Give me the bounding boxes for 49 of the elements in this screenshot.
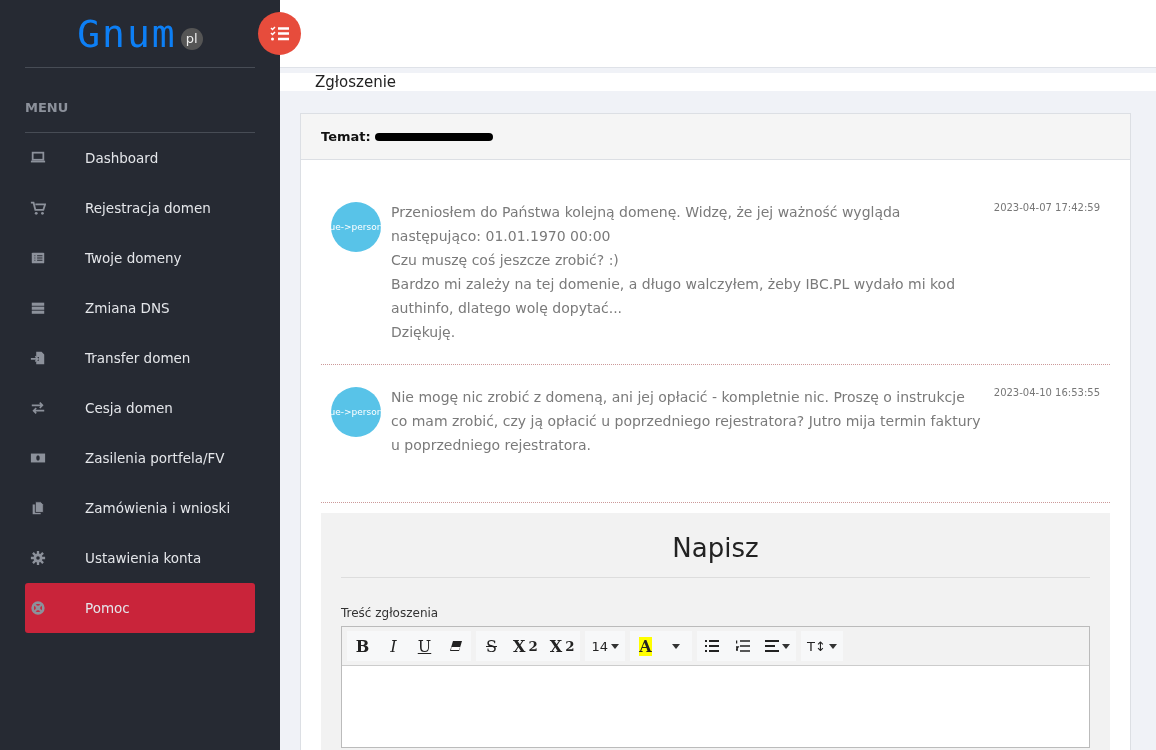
field-label: Treść zgłoszenia xyxy=(341,606,440,620)
logo-badge: pl xyxy=(180,27,203,50)
gear-icon xyxy=(30,550,46,566)
align-left-icon xyxy=(764,640,779,652)
subject-label: Temat: xyxy=(321,129,371,144)
strikethrough-button[interactable]: S xyxy=(476,631,507,661)
bold-button[interactable]: B xyxy=(347,631,378,661)
bullet-list-icon xyxy=(705,640,720,652)
message-text: Dziękuję. xyxy=(391,323,457,342)
sidebar-item[interactable]: Cesja domen xyxy=(25,383,255,433)
sidebar-item[interactable]: Pomoc xyxy=(25,583,255,633)
caret-icon xyxy=(672,643,681,649)
list-icon xyxy=(30,250,46,266)
sidebar-item[interactable]: Zmiana DNS xyxy=(25,283,255,333)
caret-icon xyxy=(828,643,837,649)
sidebar-item[interactable]: Transfer domen xyxy=(25,333,255,383)
message-text: Przeniosłem do Państwa kolejną domenę. Widzę, że jej ważność wygląda następująco: 01.01.1970 00:00 xyxy=(391,203,902,246)
sidebar-item[interactable]: Twoje domeny xyxy=(25,233,255,283)
message-text: Nie mogę nic zrobić z domeną, ani jej opłacić - kompletnie nic. Proszę o instrukcje co mam zrobić, czy ją opłacić u poprzedniego rejestratora? Jutro mija termin faktury u poprzedniego rejestratora. xyxy=(391,388,982,455)
sidebar-item[interactable]: Zasilenia portfela/FV xyxy=(25,433,255,483)
sidebar-item[interactable]: Ustawienia konta xyxy=(25,533,255,583)
underline-button[interactable]: U xyxy=(409,631,440,661)
reply-title: Napisz xyxy=(341,533,1090,578)
eraser-icon xyxy=(449,641,462,651)
sidebar-item[interactable]: Rejestracja domen xyxy=(25,183,255,233)
file-import-icon xyxy=(30,350,46,366)
caret-icon xyxy=(610,643,619,649)
numbered-list-icon xyxy=(736,640,751,652)
avatar: ue->person xyxy=(331,387,381,437)
logo: Gnum xyxy=(77,14,177,53)
server-icon xyxy=(30,300,46,316)
sidebar-item[interactable]: Dashboard xyxy=(25,133,255,183)
message-text: Bardzo mi zależy na tej domenie, a długo walczyłem, żeby IBC.PL wydało mi kod authinfo, dlatego wolę dopytać... xyxy=(391,275,957,318)
message-date: 2023-04-10 16:53:55 xyxy=(993,386,1100,400)
sidebar-item[interactable]: Zamówienia i wnioski xyxy=(25,483,255,533)
documents-icon xyxy=(30,500,46,516)
dropdown-button[interactable]: 14 xyxy=(585,631,625,661)
message-text: Czu muszę coś jeszcze zrobić? :) xyxy=(391,251,620,270)
italic-button[interactable]: I xyxy=(378,631,409,661)
message-date: 2023-04-07 17:42:59 xyxy=(993,201,1100,215)
avatar: ue->person xyxy=(331,202,381,252)
exchange-arrows-icon xyxy=(30,400,46,416)
page-title: Zgłoszenie xyxy=(280,73,1156,91)
dropdown-button[interactable]: T↕ xyxy=(800,631,843,661)
checklist-icon xyxy=(269,25,290,42)
caret-icon xyxy=(781,643,790,649)
lifebuoy-icon xyxy=(30,600,46,616)
menu-heading: MENU xyxy=(25,68,255,133)
cart-icon xyxy=(30,200,46,216)
